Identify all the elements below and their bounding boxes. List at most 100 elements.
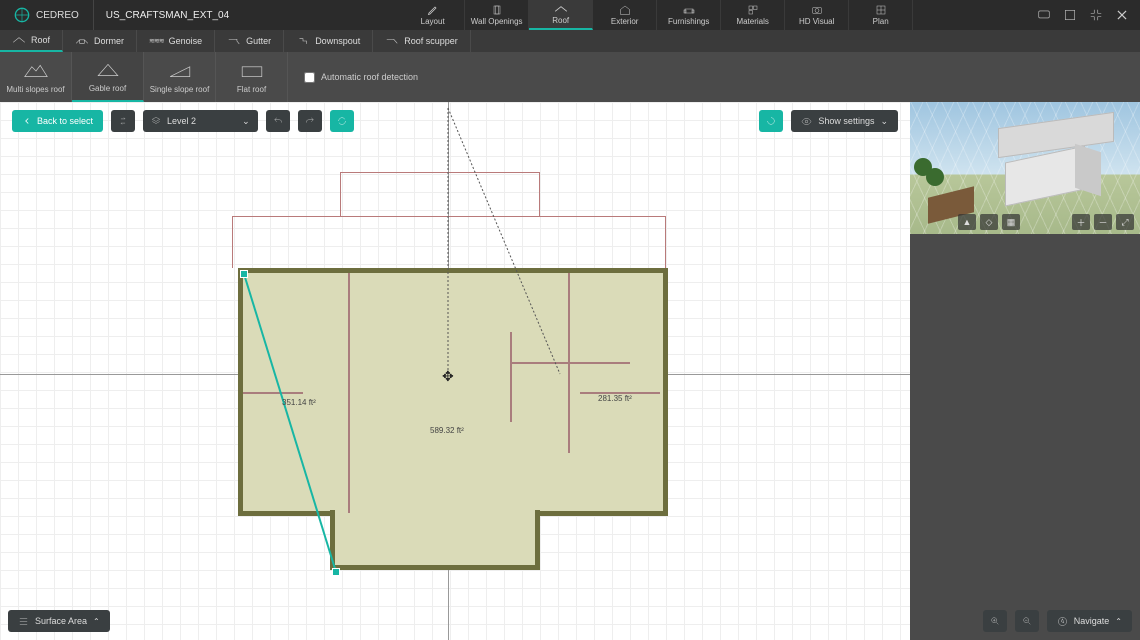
subtab-gutter[interactable]: Gutter	[215, 30, 284, 52]
canvas-2d[interactable]: ✥ 351.14 ft² 589.32 ft² 281.35 ft² Back …	[0, 102, 910, 640]
draw-vertex[interactable]	[332, 568, 340, 576]
tab-plan[interactable]: Plan	[849, 0, 913, 30]
show-settings-label: Show settings	[818, 116, 874, 126]
flat-roof-icon	[238, 60, 266, 82]
single-slope-icon	[166, 60, 194, 82]
subtab-label: Downspout	[315, 36, 360, 46]
tool-single-slope-roof[interactable]: Single slope roof	[144, 52, 216, 102]
close-icon[interactable]	[1114, 7, 1130, 23]
tool-flat-roof[interactable]: Flat roof	[216, 52, 288, 102]
arrow-left-icon	[22, 116, 32, 126]
room-area-label: 281.35 ft²	[598, 394, 632, 403]
interior-wall	[510, 362, 630, 364]
auto-detect-label: Automatic roof detection	[321, 72, 418, 82]
plan-icon	[874, 4, 888, 16]
subtab-label: Genoise	[169, 36, 203, 46]
subtab-label: Roof scupper	[404, 36, 458, 46]
swap-button[interactable]	[111, 110, 135, 132]
preview-orbit-icon[interactable]: ◇	[980, 214, 998, 230]
auto-detect-checkbox[interactable]	[304, 72, 315, 83]
refresh-button[interactable]	[330, 110, 354, 132]
multi-slope-icon	[22, 60, 50, 82]
subtab-label: Dormer	[94, 36, 124, 46]
brand: CEDREO	[0, 0, 94, 30]
preview-tree	[926, 168, 944, 186]
tab-label: Layout	[421, 17, 445, 26]
subtab-dormer[interactable]: Dormer	[63, 30, 137, 52]
sync-button[interactable]	[759, 110, 783, 132]
roof-outline-wide	[232, 216, 666, 268]
subtab-roof-scupper[interactable]: Roof scupper	[373, 30, 471, 52]
navigate-button[interactable]: Navigate ⌃	[1047, 610, 1132, 632]
roof-icon	[554, 3, 568, 15]
tool-gable-roof[interactable]: Gable roof	[72, 52, 144, 102]
roof-sub-tabs: Roof Dormer ≋≋≋ Genoise Gutter Downspout…	[0, 30, 1140, 52]
auto-roof-detect[interactable]: Automatic roof detection	[288, 52, 434, 102]
preview-walk-icon[interactable]: ▲	[958, 214, 976, 230]
chevron-up-icon: ⌃	[1115, 617, 1122, 626]
brand-logo-icon	[14, 7, 30, 23]
tab-hd-visual[interactable]: HD Visual	[785, 0, 849, 30]
back-to-select-button[interactable]: Back to select	[12, 110, 103, 132]
swap-icon	[118, 116, 128, 126]
chat-icon[interactable]	[1036, 7, 1052, 23]
chevron-down-icon: ⌄	[242, 116, 250, 127]
top-bar: CEDREO US_CRAFTSMAN_EXT_04 Layout Wall O…	[0, 0, 1140, 30]
gutter-icon	[227, 36, 241, 46]
tab-label: HD Visual	[799, 17, 834, 26]
undo-button[interactable]	[266, 110, 290, 132]
subtab-genoise[interactable]: ≋≋≋ Genoise	[137, 30, 215, 52]
tab-label: Plan	[873, 17, 889, 26]
interior-wall	[510, 332, 512, 422]
dormer-icon	[75, 36, 89, 46]
tab-label: Roof	[552, 16, 569, 25]
top-right-controls	[1036, 0, 1140, 30]
draw-vertex[interactable]	[240, 270, 248, 278]
side-panel: ▲ ◇ ▦ ＋ － ⤢	[910, 102, 1140, 640]
tool-label: Multi slopes roof	[6, 85, 64, 94]
compass-icon	[1057, 616, 1068, 627]
level-label: Level 2	[167, 116, 196, 126]
downspout-icon	[296, 36, 310, 46]
subtab-label: Roof	[31, 35, 50, 45]
redo-button[interactable]	[298, 110, 322, 132]
preview-zoom-out-icon[interactable]: －	[1094, 214, 1112, 230]
main-tabs: Layout Wall Openings Roof Exterior Furni…	[401, 0, 913, 30]
tab-furnishings[interactable]: Furnishings	[657, 0, 721, 30]
tab-exterior[interactable]: Exterior	[593, 0, 657, 30]
list-icon	[18, 616, 29, 627]
zoom-in-button[interactable]	[983, 610, 1007, 632]
chevron-down-icon: ⌄	[880, 116, 888, 127]
tab-label: Materials	[736, 17, 768, 26]
interior-wall	[348, 273, 350, 513]
subtab-roof[interactable]: Roof	[0, 30, 63, 52]
tab-layout[interactable]: Layout	[401, 0, 465, 30]
show-settings-button[interactable]: Show settings ⌄	[791, 110, 898, 132]
sync-icon	[766, 116, 776, 126]
pencil-icon	[426, 4, 440, 16]
level-selector[interactable]: Level 2 ⌄	[143, 110, 258, 132]
roof-outline-icon	[12, 35, 26, 45]
workspace: ✥ 351.14 ft² 589.32 ft² 281.35 ft² Back …	[0, 102, 1140, 640]
preview-fit-icon[interactable]: ⤢	[1116, 214, 1134, 230]
tab-wall-openings[interactable]: Wall Openings	[465, 0, 529, 30]
tool-label: Single slope roof	[150, 85, 210, 94]
tab-materials[interactable]: Materials	[721, 0, 785, 30]
floor-plan-extension[interactable]	[330, 510, 540, 570]
genoise-icon: ≋≋≋	[149, 37, 164, 45]
undo-icon	[273, 116, 283, 126]
surface-area-button[interactable]: Surface Area ⌃	[8, 610, 110, 632]
zoom-out-button[interactable]	[1015, 610, 1039, 632]
minimize-icon[interactable]	[1088, 7, 1104, 23]
refresh-icon	[337, 116, 347, 126]
preview-zoom-in-icon[interactable]: ＋	[1072, 214, 1090, 230]
tab-roof[interactable]: Roof	[529, 0, 593, 30]
camera-icon	[810, 4, 824, 16]
3d-preview[interactable]: ▲ ◇ ▦ ＋ － ⤢	[910, 102, 1140, 234]
brand-name: CEDREO	[36, 10, 79, 21]
expand-icon[interactable]	[1062, 7, 1078, 23]
roof-toolbox: Multi slopes roof Gable roof Single slop…	[0, 52, 1140, 102]
tool-multi-slopes-roof[interactable]: Multi slopes roof	[0, 52, 72, 102]
preview-top-icon[interactable]: ▦	[1002, 214, 1020, 230]
subtab-downspout[interactable]: Downspout	[284, 30, 373, 52]
